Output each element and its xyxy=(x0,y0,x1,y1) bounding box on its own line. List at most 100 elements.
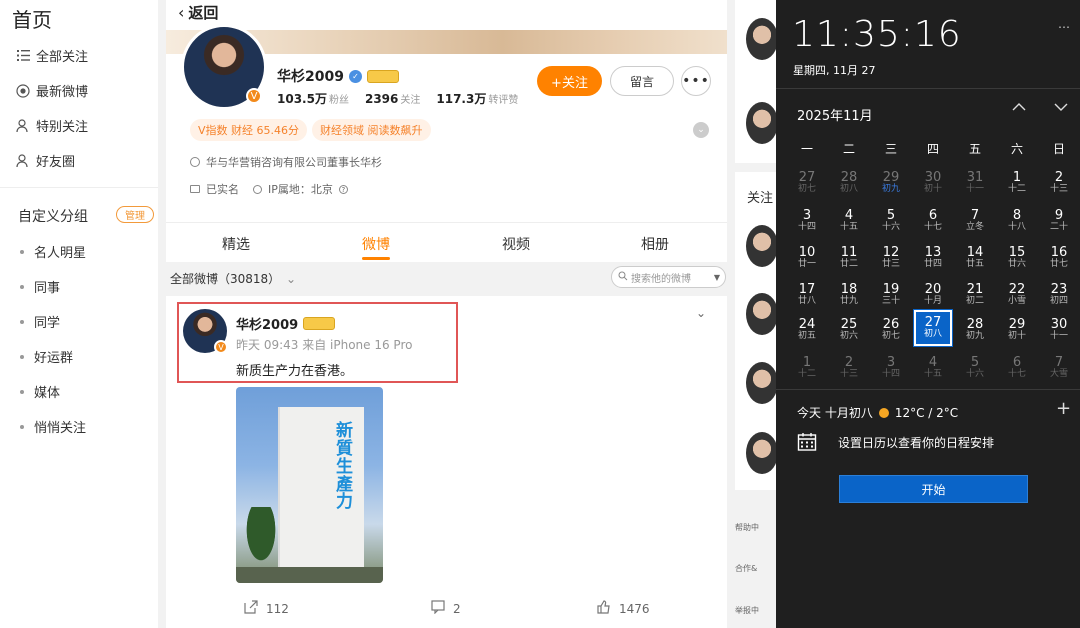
sidebar-item-friends[interactable]: 好友圈 xyxy=(16,151,75,170)
calendar-day[interactable]: 28 初九 xyxy=(954,310,996,350)
group-item-media[interactable]: 媒体 xyxy=(20,382,60,401)
weekday-label: 二 xyxy=(842,142,855,156)
reading-tag[interactable]: 财经领域 阅读数飙升 xyxy=(312,119,431,141)
group-item-classmates[interactable]: 同学 xyxy=(20,312,60,331)
calendar-day[interactable]: 30 十一 xyxy=(1038,310,1080,350)
calendar-day-today[interactable]: 27 初八 xyxy=(913,309,953,347)
recommended-avatar[interactable] xyxy=(746,293,778,335)
sidebar-item-latest[interactable]: 最新微博 xyxy=(16,81,88,100)
flyout-more-icon[interactable]: ⋯ xyxy=(1058,20,1070,34)
calendar-day[interactable]: 16 廿七 xyxy=(1038,238,1080,278)
calendar-day[interactable]: 17 廿八 xyxy=(786,275,828,315)
group-item-lucky[interactable]: 好运群 xyxy=(20,347,73,366)
calendar-day[interactable]: 1 十二 xyxy=(996,163,1038,203)
calendar-day[interactable]: 15 廿六 xyxy=(996,238,1038,278)
lunar-date: 廿二 xyxy=(839,259,858,270)
calendar-day[interactable]: 21 初二 xyxy=(954,275,996,315)
help-circle-icon[interactable]: ? xyxy=(338,184,348,194)
calendar-day[interactable]: 7 立冬 xyxy=(954,201,996,241)
calendar-day[interactable]: 26 初七 xyxy=(870,310,912,350)
calendar-day[interactable]: 8 十八 xyxy=(996,201,1038,241)
post-image[interactable]: 新質生產力 xyxy=(236,387,383,583)
recommended-avatar[interactable] xyxy=(746,432,778,474)
back-button[interactable]: ‹ 返回 xyxy=(178,2,218,23)
sidebar-item-special[interactable]: 特别关注 xyxy=(16,116,88,135)
follow-button[interactable]: +关注 xyxy=(537,66,602,96)
calendar-day[interactable]: 19 三十 xyxy=(870,275,912,315)
calendar-day[interactable]: 6 十七 xyxy=(912,201,954,241)
calendar-day[interactable]: 5 十六 xyxy=(870,201,912,241)
calendar-day[interactable]: 9 二十 xyxy=(1038,201,1080,241)
calendar-day[interactable]: 7 大雪 xyxy=(1038,348,1080,388)
calendar-day[interactable]: 3 十四 xyxy=(870,348,912,388)
calendar-day[interactable]: 1 十二 xyxy=(786,348,828,388)
sidebar-item-all-follows[interactable]: 全部关注 xyxy=(16,46,88,65)
search-weibo-input[interactable]: 搜索他的微博 ▼ xyxy=(611,266,726,288)
calendar-day[interactable]: 18 廿九 xyxy=(828,275,870,315)
report-center-link[interactable]: 举报中 xyxy=(735,605,759,616)
manage-groups-button[interactable]: 管理 xyxy=(116,206,154,223)
today-weather: 今天 十月初八 12°C / 2°C xyxy=(797,404,958,421)
lunar-date: 廿六 xyxy=(1007,259,1026,270)
expand-info-icon[interactable]: ⌄ xyxy=(693,122,709,138)
start-button[interactable]: 开始 xyxy=(839,475,1028,503)
calendar-day[interactable]: 3 十四 xyxy=(786,201,828,241)
recommended-avatar[interactable] xyxy=(746,225,778,267)
calendar-day[interactable]: 20 十月 xyxy=(912,275,954,315)
tab-weibo[interactable]: 微博 xyxy=(362,234,390,254)
verified-check-icon: ✓ xyxy=(348,69,362,83)
message-button[interactable]: 留言 xyxy=(610,66,674,96)
help-center-link[interactable]: 帮助中 xyxy=(735,522,759,533)
sidebar-title[interactable]: 首页 xyxy=(12,4,52,33)
calendar-day[interactable]: 13 廿四 xyxy=(912,238,954,278)
calendar-month-title[interactable]: 2025年11月 xyxy=(797,105,873,124)
calendar-day[interactable]: 10 廿一 xyxy=(786,238,828,278)
calendar-day[interactable]: 28 初八 xyxy=(828,163,870,203)
calendar-day[interactable]: 4 十五 xyxy=(828,201,870,241)
calendar-day[interactable]: 25 初六 xyxy=(828,310,870,350)
tab-album[interactable]: 相册 xyxy=(641,234,669,254)
calendar-day[interactable]: 30 初十 xyxy=(912,163,954,203)
calendar-day[interactable]: 4 十五 xyxy=(912,348,954,388)
followers-stat[interactable]: 103.5万 粉丝 xyxy=(277,90,349,107)
more-options-button[interactable]: ••• xyxy=(681,66,711,96)
group-item-colleagues[interactable]: 同事 xyxy=(20,277,60,296)
recommended-avatar[interactable] xyxy=(746,102,778,144)
comment-button[interactable]: 2 xyxy=(431,600,461,617)
calendar-day[interactable]: 23 初四 xyxy=(1038,275,1080,315)
search-icon xyxy=(618,271,628,284)
group-item-secret[interactable]: 悄悄关注 xyxy=(20,417,86,436)
calendar-day[interactable]: 24 初五 xyxy=(786,310,828,350)
post-menu-chevron-icon[interactable]: ⌄ xyxy=(696,306,706,320)
cooperation-link[interactable]: 合作& xyxy=(735,563,757,574)
calendar-day[interactable]: 6 十七 xyxy=(996,348,1038,388)
calendar-day[interactable]: 27 初七 xyxy=(786,163,828,203)
tab-video[interactable]: 视频 xyxy=(502,234,530,254)
calendar-day[interactable]: 2 十三 xyxy=(1038,163,1080,203)
calendar-day[interactable]: 2 十三 xyxy=(828,348,870,388)
calendar-day[interactable]: 22 小雪 xyxy=(996,275,1038,315)
calendar-day[interactable]: 12 廿三 xyxy=(870,238,912,278)
calendar-day[interactable]: 29 初十 xyxy=(996,310,1038,350)
calendar-day[interactable]: 11 廿二 xyxy=(828,238,870,278)
group-label: 悄悄关注 xyxy=(34,421,87,436)
group-item-celebrities[interactable]: 名人明星 xyxy=(20,242,86,261)
sidebar-item-label: 全部关注 xyxy=(36,50,89,65)
calendar-day[interactable]: 31 十一 xyxy=(954,163,996,203)
bullet-icon xyxy=(20,424,24,429)
clock-date[interactable]: 星期四, 11月 27 xyxy=(793,62,875,78)
chevron-down-icon[interactable] xyxy=(1054,100,1068,116)
chevron-up-icon[interactable] xyxy=(1012,100,1026,116)
calendar-day[interactable]: 5 十六 xyxy=(954,348,996,388)
like-button[interactable]: 1476 xyxy=(597,600,650,617)
recommended-avatar[interactable] xyxy=(746,362,778,404)
repost-button[interactable]: 112 xyxy=(244,600,289,617)
recommended-avatar[interactable] xyxy=(746,18,778,60)
tab-featured[interactable]: 精选 xyxy=(222,234,250,254)
calendar-day[interactable]: 29 初九 xyxy=(870,163,912,203)
add-event-icon[interactable]: + xyxy=(1056,398,1071,419)
following-stat[interactable]: 2396 关注 xyxy=(365,91,420,106)
v-index-tag[interactable]: V指数 财经 65.46分 xyxy=(190,119,308,141)
calendar-day[interactable]: 14 廿五 xyxy=(954,238,996,278)
weibo-filter-dropdown[interactable]: 全部微博（30818） ⌄ xyxy=(170,270,296,287)
